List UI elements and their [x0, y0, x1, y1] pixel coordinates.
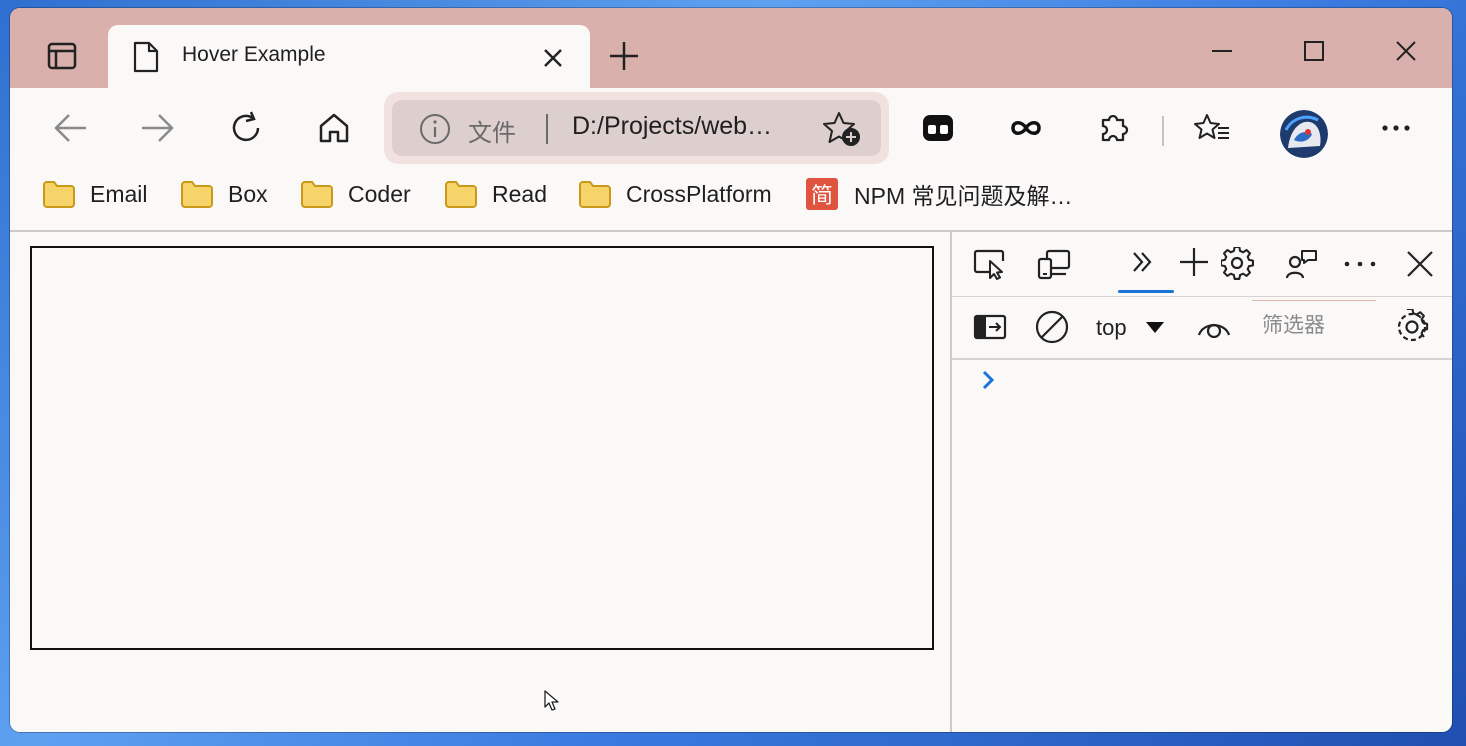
tab-title: Hover Example — [182, 43, 326, 66]
back-arrow-icon — [54, 114, 86, 142]
plus-icon — [1180, 248, 1208, 276]
bookmark-crossplatform[interactable]: CrossPlatform — [578, 176, 772, 212]
bookmark-label: Email — [90, 180, 148, 207]
refresh-button[interactable] — [224, 108, 268, 148]
double-chevron-icon — [1133, 252, 1152, 272]
extension-2-button[interactable] — [1004, 108, 1048, 148]
favorites-list-icon — [1194, 114, 1229, 139]
devtools-more-button[interactable] — [1340, 244, 1380, 284]
close-window-button[interactable] — [1386, 36, 1426, 66]
folder-icon — [579, 181, 611, 208]
minimize-icon — [1212, 50, 1232, 52]
feedback-button[interactable] — [1282, 244, 1322, 284]
refresh-icon — [232, 111, 260, 142]
navigation-toolbar: 文件 D:/Projects/web… — [10, 88, 1452, 164]
address-divider — [546, 114, 548, 144]
inspect-element-button[interactable] — [970, 244, 1010, 284]
devtools-panel: top — [950, 232, 1452, 732]
console-prompt-icon[interactable] — [978, 368, 998, 392]
active-tab-indicator — [1118, 290, 1174, 293]
sidebar-toggle-icon — [973, 314, 1007, 340]
mouse-cursor-icon — [544, 690, 559, 711]
bookmarks-bar: Email Box Coder Read CrossPlatform 简 NPM… — [10, 164, 1452, 232]
close-icon — [1396, 41, 1416, 61]
filter-input[interactable] — [1252, 300, 1376, 350]
address-field[interactable]: 文件 D:/Projects/web… — [392, 100, 881, 156]
clear-console-button[interactable] — [1032, 307, 1072, 347]
info-icon[interactable] — [418, 112, 452, 146]
dropdown-arrow-icon[interactable] — [1146, 322, 1164, 334]
close-icon — [1407, 251, 1433, 277]
jianshu-icon: 简 — [806, 178, 838, 210]
more-icon — [1382, 125, 1410, 131]
device-icon — [1037, 249, 1071, 280]
page-icon — [133, 41, 159, 73]
toolbar-divider — [1162, 116, 1164, 146]
infinity-icon — [1011, 121, 1041, 135]
avatar-icon — [1280, 110, 1328, 158]
bordered-box — [30, 246, 934, 650]
add-panel-button[interactable] — [1174, 242, 1214, 282]
profile-avatar[interactable] — [1280, 110, 1328, 158]
folder-icon — [301, 181, 333, 208]
add-favorite-icon[interactable] — [822, 110, 862, 148]
tab-actions-icon — [47, 42, 77, 70]
url-text[interactable]: D:/Projects/web… — [572, 112, 772, 141]
more-tabs-button[interactable] — [1122, 242, 1162, 282]
glasses-extension-icon — [923, 115, 953, 141]
close-tab-icon[interactable] — [540, 45, 566, 71]
inspect-icon — [973, 249, 1005, 280]
gear-icon — [1221, 247, 1254, 280]
browser-window: Hover Example 文件 D:/Projects/web… Email … — [10, 8, 1452, 732]
bookmark-box[interactable]: Box — [180, 176, 268, 212]
console-toolbar: top — [952, 296, 1452, 360]
folder-icon — [43, 181, 75, 208]
forward-button[interactable] — [136, 108, 180, 148]
bookmark-email[interactable]: Email — [42, 176, 148, 212]
extensions-button[interactable] — [1092, 108, 1136, 148]
settings-and-more-button[interactable] — [1374, 108, 1418, 148]
device-emulation-button[interactable] — [1034, 244, 1074, 284]
extension-1-button[interactable] — [916, 108, 960, 148]
bookmark-label: Coder — [348, 180, 411, 207]
page-viewport — [10, 232, 950, 732]
clear-icon — [1035, 310, 1069, 344]
home-icon — [319, 113, 349, 143]
title-bar: Hover Example — [10, 8, 1452, 88]
live-expression-button[interactable] — [1194, 307, 1234, 347]
bookmark-npm[interactable]: 简 NPM 常见问题及解… — [806, 176, 1073, 212]
new-tab-icon[interactable] — [608, 40, 640, 72]
bookmark-label: CrossPlatform — [626, 180, 772, 207]
forward-arrow-icon — [142, 114, 174, 142]
active-tab[interactable]: Hover Example — [108, 25, 590, 88]
folder-icon — [445, 181, 477, 208]
close-devtools-button[interactable] — [1400, 244, 1440, 284]
devtools-tabbar — [952, 232, 1452, 297]
minimize-button[interactable] — [1202, 36, 1242, 66]
context-selector-label[interactable]: top — [1096, 315, 1127, 341]
console-settings-button[interactable] — [1392, 307, 1432, 347]
devtools-settings-button[interactable] — [1218, 244, 1258, 284]
feedback-icon — [1285, 250, 1317, 279]
puzzle-icon — [1101, 114, 1129, 142]
site-info-label[interactable]: 文件 — [468, 113, 516, 148]
show-sidebar-button[interactable] — [970, 307, 1010, 347]
bookmark-label: Read — [492, 180, 547, 207]
bookmark-label: NPM 常见问题及解… — [854, 183, 1073, 209]
maximize-button[interactable] — [1294, 36, 1334, 66]
more-icon — [1344, 261, 1376, 267]
address-bar[interactable]: 文件 D:/Projects/web… — [384, 92, 889, 164]
favorites-button[interactable] — [1190, 108, 1234, 148]
folder-icon — [181, 181, 213, 208]
back-button[interactable] — [48, 108, 92, 148]
gear-icon — [1397, 309, 1429, 342]
bookmark-coder[interactable]: Coder — [300, 176, 411, 212]
eye-icon — [1197, 323, 1231, 338]
maximize-icon — [1304, 41, 1324, 61]
bookmark-read[interactable]: Read — [444, 176, 547, 212]
bookmark-label: Box — [228, 180, 268, 207]
home-button[interactable] — [312, 108, 356, 148]
tab-actions-button[interactable] — [38, 38, 86, 74]
